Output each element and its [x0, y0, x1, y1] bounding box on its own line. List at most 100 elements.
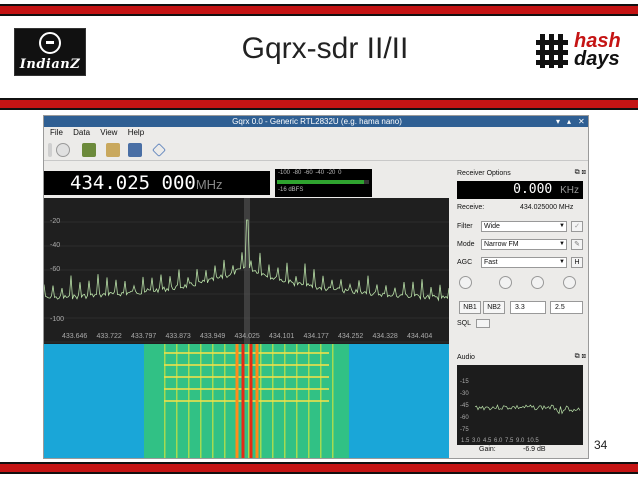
receive-frequency-value: 434.025000 MHz	[520, 204, 574, 211]
menu-help[interactable]: Help	[128, 127, 144, 138]
spectrum-x-axis: 433.646 433.722 433.797 433.873 433.949 434.0…	[44, 332, 449, 343]
audio-gain-label: Gain:	[479, 446, 496, 453]
filter-options-button[interactable]: ✓	[571, 221, 583, 232]
audio-y-label: -15	[460, 379, 469, 385]
smeter-tick: -40	[315, 170, 325, 176]
agc-threshold-knob[interactable]	[459, 276, 472, 289]
page-number: 34	[594, 438, 608, 452]
nb1-threshold-value: 3.3	[515, 304, 525, 311]
center-frequency-icon[interactable]	[151, 142, 167, 158]
filter-select-value: Wide	[484, 223, 500, 230]
receiver-options-header: Receiver Options	[457, 170, 511, 177]
audio-gain-row[interactable]: Gain: -6.9 dB	[457, 446, 583, 456]
spectrum-x-tick: 433.873	[165, 333, 191, 340]
audio-fft-plot: -15 -30 -45 -60 -75 1.5 3.0 4.5 6.0 7.5 …	[457, 365, 583, 445]
signal-meter-scale: -100 -80 -60 -40 -20 0	[278, 170, 341, 176]
smeter-tick: -20	[326, 170, 336, 176]
squelch-field[interactable]	[476, 319, 490, 328]
dropdown-arrow-icon: ▼	[559, 259, 565, 265]
indianz-logo: IndianZ	[14, 28, 86, 76]
spectrum-x-tick: 434.177	[303, 333, 329, 340]
audio-dock-buttons[interactable]: ⧉ ⊠	[575, 353, 586, 361]
main-frequency-digits: 434.025 000	[70, 172, 196, 194]
minimize-button[interactable]: ▾	[556, 116, 560, 127]
main-frequency-display[interactable]: 434.025 000MHz	[44, 171, 270, 195]
receiver-options-dock-buttons[interactable]: ⧉ ⊠	[575, 169, 586, 177]
agc-hang-button[interactable]: H	[571, 257, 583, 268]
spectrum-x-tick: 434.025	[234, 333, 260, 340]
smeter-tick: 0	[338, 170, 342, 176]
nb2-button[interactable]: NB2	[483, 301, 505, 314]
spectrum-x-tick: 434.404	[407, 333, 433, 340]
open-folder-icon[interactable]	[106, 143, 120, 157]
hashdays-logo: hash days	[536, 30, 636, 76]
gqrx-window: Gqrx 0.0 - Generic RTL2832U (e.g. hama n…	[43, 115, 589, 459]
spectrum-y-label: -60	[50, 266, 61, 273]
toolbar	[44, 139, 588, 161]
signal-meter-level-bar	[277, 180, 365, 184]
spectrum-x-tick: 433.797	[131, 333, 157, 340]
mode-select[interactable]: Narrow FM ▼	[481, 239, 567, 250]
dropdown-arrow-icon: ▼	[559, 241, 565, 247]
spectrum-x-tick: 434.252	[338, 333, 364, 340]
spectrum-y-label: -40	[50, 242, 61, 249]
waterfall-display[interactable]	[44, 344, 449, 458]
mode-label: Mode	[457, 241, 475, 248]
sql-label: SQL	[457, 320, 472, 327]
footer-red-bar	[0, 462, 638, 474]
spectrum-svg	[44, 198, 450, 344]
menu-view[interactable]: View	[100, 127, 117, 138]
window-title: Gqrx 0.0 - Generic RTL2832U (e.g. hama n…	[232, 117, 402, 126]
filter-offset-value: 0.000	[513, 182, 553, 197]
waterfall-svg	[44, 344, 449, 458]
nb2-threshold-spinbox[interactable]: 2.5	[550, 301, 583, 314]
slide-title: Gqrx-sdr II/II	[241, 32, 409, 65]
spectrum-y-label: -20	[50, 218, 61, 225]
dropdown-arrow-icon: ▼	[559, 223, 565, 229]
agc-gain-knob[interactable]	[531, 276, 544, 289]
toolbar-grip-icon	[48, 143, 52, 157]
save-icon[interactable]	[128, 143, 142, 157]
audio-panel: Audio ⧉ ⊠ -15 -30 -45 -60 -75 1.5 3.0 4.…	[454, 351, 588, 458]
agc-slope-knob[interactable]	[563, 276, 576, 289]
device-config-icon[interactable]	[82, 143, 96, 157]
filter-offset-unit: KHz	[560, 185, 579, 196]
nb2-threshold-value: 2.5	[555, 304, 565, 311]
hashdays-word-days: days	[574, 48, 620, 70]
spectrum-x-tick: 433.646	[62, 333, 88, 340]
maximize-button[interactable]: ▴	[567, 116, 571, 127]
close-button[interactable]: ✕	[578, 116, 585, 127]
top-red-bar	[0, 4, 638, 16]
spectrum-y-label: -100	[50, 316, 65, 323]
nb1-threshold-spinbox[interactable]: 3.3	[510, 301, 546, 314]
header-red-bar	[0, 98, 638, 110]
audio-y-label: -30	[460, 391, 469, 397]
receive-label: Receive:	[457, 204, 485, 211]
audio-fft-svg	[474, 404, 581, 415]
smeter-tick: -80	[292, 170, 302, 176]
spectrum-x-tick: 434.328	[372, 333, 398, 340]
spectrum-x-tick: 433.722	[96, 333, 122, 340]
power-button-icon[interactable]	[56, 143, 70, 157]
agc-decay-knob[interactable]	[499, 276, 512, 289]
signal-meter-readout: -16 dBFS	[278, 187, 304, 193]
menu-data[interactable]: Data	[73, 127, 90, 138]
logo-face-icon	[39, 32, 61, 54]
spectrum-x-tick: 434.101	[269, 333, 295, 340]
agc-label: AGC	[457, 259, 473, 266]
agc-select-value: Fast	[484, 259, 498, 266]
menu-file[interactable]: File	[50, 127, 63, 138]
mode-options-button[interactable]: ✎	[571, 239, 583, 250]
spectrum-plot[interactable]: -20 -40 -60 -100	[44, 198, 450, 344]
smeter-tick: -100	[278, 170, 291, 176]
nb1-button[interactable]: NB1	[459, 301, 481, 314]
receiver-options-panel: Receiver Options ⧉ ⊠ 0.000 KHz Receive: …	[454, 168, 588, 358]
mode-select-value: Narrow FM	[484, 241, 519, 248]
audio-y-label: -45	[460, 403, 469, 409]
agc-select[interactable]: Fast ▼	[481, 257, 567, 268]
window-titlebar: Gqrx 0.0 - Generic RTL2832U (e.g. hama n…	[44, 116, 588, 127]
smeter-tick: -60	[304, 170, 313, 176]
filter-offset-display[interactable]: 0.000 KHz	[457, 181, 583, 199]
audio-x-labels: 1.5 3.0 4.5 6.0 7.5 9.0 10.5	[461, 438, 539, 444]
filter-select[interactable]: Wide ▼	[481, 221, 567, 232]
